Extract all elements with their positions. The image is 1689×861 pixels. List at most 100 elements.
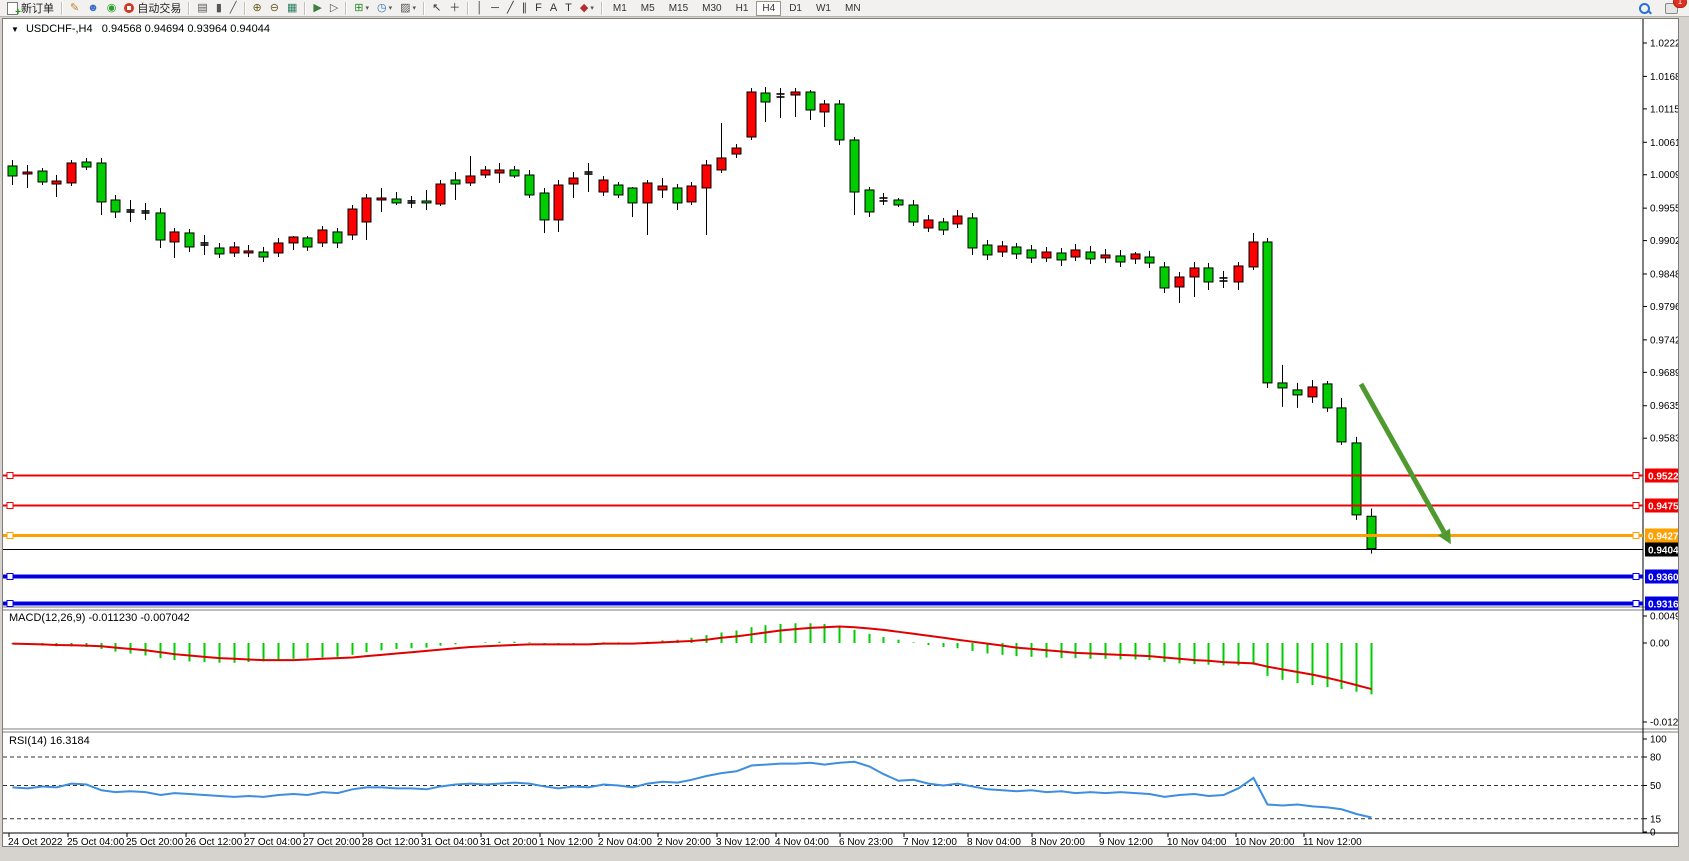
candle-body bbox=[1190, 268, 1199, 277]
search-button[interactable] bbox=[1636, 1, 1653, 16]
timeframe-h1-button[interactable]: H1 bbox=[730, 1, 755, 16]
candle-body bbox=[1337, 408, 1346, 442]
candle-body bbox=[1101, 255, 1110, 258]
time-tick-label: 11 Nov 12:00 bbox=[1303, 837, 1362, 846]
line-handle[interactable] bbox=[7, 601, 13, 607]
line-handle[interactable] bbox=[1633, 601, 1639, 607]
line-handle[interactable] bbox=[1633, 473, 1639, 479]
price-tag-label: 0.94270 bbox=[1648, 532, 1678, 543]
timeframe-m30-button[interactable]: M30 bbox=[696, 1, 727, 16]
zoom-out-button[interactable]: ⊖ bbox=[267, 1, 282, 16]
candle-body bbox=[1086, 252, 1095, 259]
candle-body bbox=[939, 222, 948, 230]
zoom-in-button[interactable]: ⊕ bbox=[250, 1, 265, 16]
indicators-dropdown-caret[interactable]: ▾ bbox=[366, 4, 370, 12]
chat-badge: 1 bbox=[1673, 0, 1687, 8]
candle-body bbox=[1012, 247, 1021, 254]
line-handle[interactable] bbox=[1633, 574, 1639, 580]
line-handle[interactable] bbox=[1633, 533, 1639, 539]
candle-body bbox=[289, 237, 298, 243]
periods-menu-button[interactable]: ◷▾ bbox=[374, 1, 395, 16]
candle-body bbox=[554, 185, 563, 220]
line-handle[interactable] bbox=[1633, 503, 1639, 509]
indicators-icon: ⊞ bbox=[354, 1, 363, 16]
auto-scroll-button[interactable]: ▶ bbox=[310, 1, 324, 16]
candle-body bbox=[1352, 443, 1361, 515]
line-handle[interactable] bbox=[7, 503, 13, 509]
horizontal-line-tool-icon: ─ bbox=[491, 1, 499, 16]
candle-body bbox=[702, 165, 711, 188]
trendline-tool-button[interactable]: ╱ bbox=[504, 1, 517, 16]
candle-body bbox=[791, 92, 800, 95]
horizontal-line-tool-button[interactable]: ─ bbox=[488, 1, 502, 16]
chart-ohlc-values: 0.94568 0.94694 0.93964 0.94044 bbox=[102, 23, 270, 35]
chart-shift-button[interactable]: ▷ bbox=[327, 1, 341, 16]
periods-menu-dropdown-caret[interactable]: ▾ bbox=[389, 4, 393, 12]
signals-button[interactable]: ◉ bbox=[104, 1, 120, 16]
templates-icon: ▨ bbox=[400, 1, 410, 16]
chart-window: 1.022201.016801.011551.006151.000900.995… bbox=[2, 18, 1679, 847]
candle-body bbox=[1027, 250, 1036, 258]
time-tick-label: 10 Nov 04:00 bbox=[1167, 837, 1227, 846]
chat-button[interactable]: 1 bbox=[1662, 1, 1681, 16]
fibonacci-tool-button[interactable]: F bbox=[532, 1, 545, 16]
line-handle[interactable] bbox=[7, 574, 13, 580]
contacts-button[interactable]: ☻ bbox=[84, 1, 102, 16]
search-icon bbox=[1639, 3, 1650, 14]
timeframe-m15-button[interactable]: M15 bbox=[663, 1, 694, 16]
price-tick-label: 1.01155 bbox=[1650, 104, 1678, 115]
rsi-axis-label: 100 bbox=[1650, 735, 1667, 746]
bar-chart-mode-button[interactable]: ▤ bbox=[194, 1, 210, 16]
candle-body bbox=[673, 188, 682, 203]
tile-windows-button[interactable]: ▦ bbox=[284, 1, 300, 16]
line-handle[interactable] bbox=[7, 533, 13, 539]
candle-body bbox=[185, 233, 194, 247]
price-tick-label: 0.99025 bbox=[1650, 236, 1678, 247]
arrows-tool-dropdown-caret[interactable]: ▾ bbox=[590, 4, 594, 12]
line-handle[interactable] bbox=[7, 473, 13, 479]
candle-body bbox=[495, 170, 504, 173]
price-tag-label: 0.93607 bbox=[1648, 573, 1678, 584]
line-chart-mode-button[interactable]: ╱ bbox=[227, 1, 240, 16]
collapse-caret-icon[interactable]: ▼ bbox=[11, 25, 19, 34]
indicators-button[interactable]: ⊞▾ bbox=[351, 1, 372, 16]
text-label-tool-button[interactable]: T bbox=[562, 1, 575, 16]
timeframe-mn-button[interactable]: MN bbox=[839, 1, 867, 16]
timeframe-h4-button[interactable]: H4 bbox=[756, 1, 781, 16]
timeframe-d1-button[interactable]: D1 bbox=[783, 1, 808, 16]
vertical-line-tool-button[interactable]: │ bbox=[473, 1, 486, 16]
candle-body bbox=[436, 184, 445, 204]
toolbar-separator bbox=[345, 2, 347, 15]
candle-body bbox=[111, 200, 120, 212]
candle-body bbox=[658, 186, 667, 190]
timeframe-m5-button[interactable]: M5 bbox=[635, 1, 661, 16]
candle-body bbox=[1175, 277, 1184, 287]
arrows-tool-button[interactable]: ◆▾ bbox=[577, 1, 597, 16]
crosshair-tool-button[interactable]: ＋ bbox=[446, 1, 463, 16]
line-chart-mode-icon: ╱ bbox=[230, 1, 237, 16]
autotrading-button[interactable]: 自动交易 bbox=[121, 1, 184, 16]
templates-dropdown-caret[interactable]: ▾ bbox=[413, 4, 417, 12]
candle-body bbox=[392, 199, 401, 203]
templates-button[interactable]: ▨▾ bbox=[397, 1, 419, 16]
equidistant-channel-tool-button[interactable]: ∥ bbox=[519, 1, 531, 16]
arrows-tool-icon: ◆ bbox=[580, 1, 588, 16]
timeframe-m1-button[interactable]: M1 bbox=[607, 1, 633, 16]
candlestick-mode-button[interactable]: ▮ bbox=[213, 1, 225, 16]
cursor-tool-button[interactable]: ↖ bbox=[429, 1, 444, 16]
time-tick-label: 25 Oct 04:00 bbox=[67, 837, 125, 846]
marker-pen-button[interactable]: ✎ bbox=[67, 1, 82, 16]
candle-body bbox=[451, 180, 460, 184]
candle-body bbox=[348, 209, 357, 235]
timeframe-w1-button[interactable]: W1 bbox=[810, 1, 837, 16]
candle-body bbox=[614, 185, 623, 195]
candle-body bbox=[1131, 254, 1140, 259]
candle-body bbox=[259, 252, 268, 257]
chart-canvas[interactable]: 1.022201.016801.011551.006151.000900.995… bbox=[3, 19, 1678, 846]
text-tool-button[interactable]: A bbox=[547, 1, 560, 16]
candle-body bbox=[1145, 257, 1154, 263]
price-tag-label: 0.95228 bbox=[1648, 472, 1678, 483]
candle-body bbox=[717, 158, 726, 170]
candle-body bbox=[1234, 266, 1243, 282]
new-order-button[interactable]: 新订单 bbox=[4, 1, 57, 16]
